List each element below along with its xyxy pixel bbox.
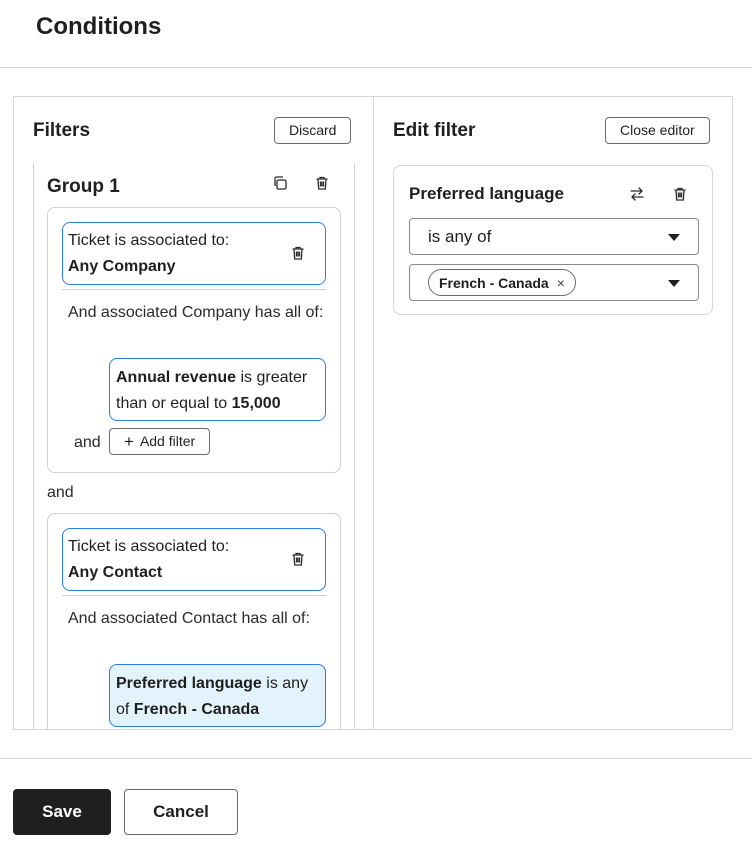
tag-label: French - Canada (439, 274, 549, 291)
chevron-down-icon (668, 234, 680, 241)
operator-select[interactable]: is any of (409, 218, 699, 255)
swap-arrows-icon[interactable] (628, 185, 646, 203)
cancel-button[interactable]: Cancel (124, 789, 238, 835)
filter-rule-preferred-language[interactable]: Preferred language is any of French - Ca… (109, 664, 326, 727)
rule-value: 15,000 (231, 395, 281, 412)
divider (62, 289, 326, 290)
edit-filter-pane: Edit filter Close editor Preferred langu… (374, 97, 732, 729)
rule-property: Annual revenue (116, 369, 237, 386)
modal-footer: Save Cancel (0, 758, 752, 844)
conditions-panel: Filters Discard Group 1 Ticket is associ… (13, 96, 733, 730)
trash-icon[interactable] (289, 244, 307, 262)
filters-scroll-area[interactable]: Group 1 Ticket is associated to: Any Com… (33, 163, 355, 729)
rule-property: Preferred language (116, 675, 262, 692)
discard-button[interactable]: Discard (274, 117, 352, 144)
close-editor-button[interactable]: Close editor (605, 117, 710, 144)
filter-property-name: Preferred language (409, 184, 564, 203)
filters-pane: Filters Discard Group 1 Ticket is associ… (14, 97, 374, 729)
operator-value: is any of (428, 227, 492, 246)
between-and-label: and (47, 484, 74, 501)
trash-icon[interactable] (289, 550, 307, 568)
group-title: Group 1 (47, 176, 120, 197)
modal-header: Conditions (0, 0, 752, 68)
assoc-label: Ticket is associated to: (68, 538, 230, 555)
save-button[interactable]: Save (13, 789, 111, 835)
page-title: Conditions (36, 13, 162, 40)
chevron-down-icon (668, 280, 680, 287)
assoc-target: Any Contact (68, 564, 163, 581)
value-tag: French - Canada × (428, 269, 576, 296)
company-association-condition[interactable]: Ticket is associated to: Any Company (62, 222, 326, 285)
filters-title: Filters (33, 120, 91, 141)
assoc-target: Any Company (68, 258, 176, 275)
close-icon[interactable]: × (557, 275, 565, 291)
edit-filter-card: Preferred language is any of French - Ca… (393, 165, 713, 315)
values-multiselect[interactable]: French - Canada × (409, 264, 699, 301)
contact-association-condition[interactable]: Ticket is associated to: Any Contact (62, 528, 326, 591)
rule-value: French - Canada (133, 701, 260, 718)
filter-rule-annual-revenue[interactable]: Annual revenue is greater than or equal … (109, 358, 326, 421)
contact-association-card: Ticket is associated to: Any Contact And… (47, 513, 341, 729)
trash-icon[interactable] (313, 174, 331, 192)
add-filter-label: Add filter (139, 433, 196, 449)
company-association-card: Ticket is associated to: Any Company And… (47, 207, 341, 473)
trash-icon[interactable] (671, 185, 689, 203)
divider (62, 595, 326, 596)
and-label: and (74, 434, 101, 451)
has-all-text: And associated Contact has all of: (68, 610, 310, 627)
plus-icon: + (124, 432, 134, 451)
has-all-text: And associated Company has all of: (68, 304, 324, 321)
assoc-label: Ticket is associated to: (68, 232, 230, 249)
copy-icon[interactable] (271, 174, 289, 192)
edit-filter-title: Edit filter (393, 120, 476, 141)
add-filter-button[interactable]: + Add filter (109, 428, 211, 455)
